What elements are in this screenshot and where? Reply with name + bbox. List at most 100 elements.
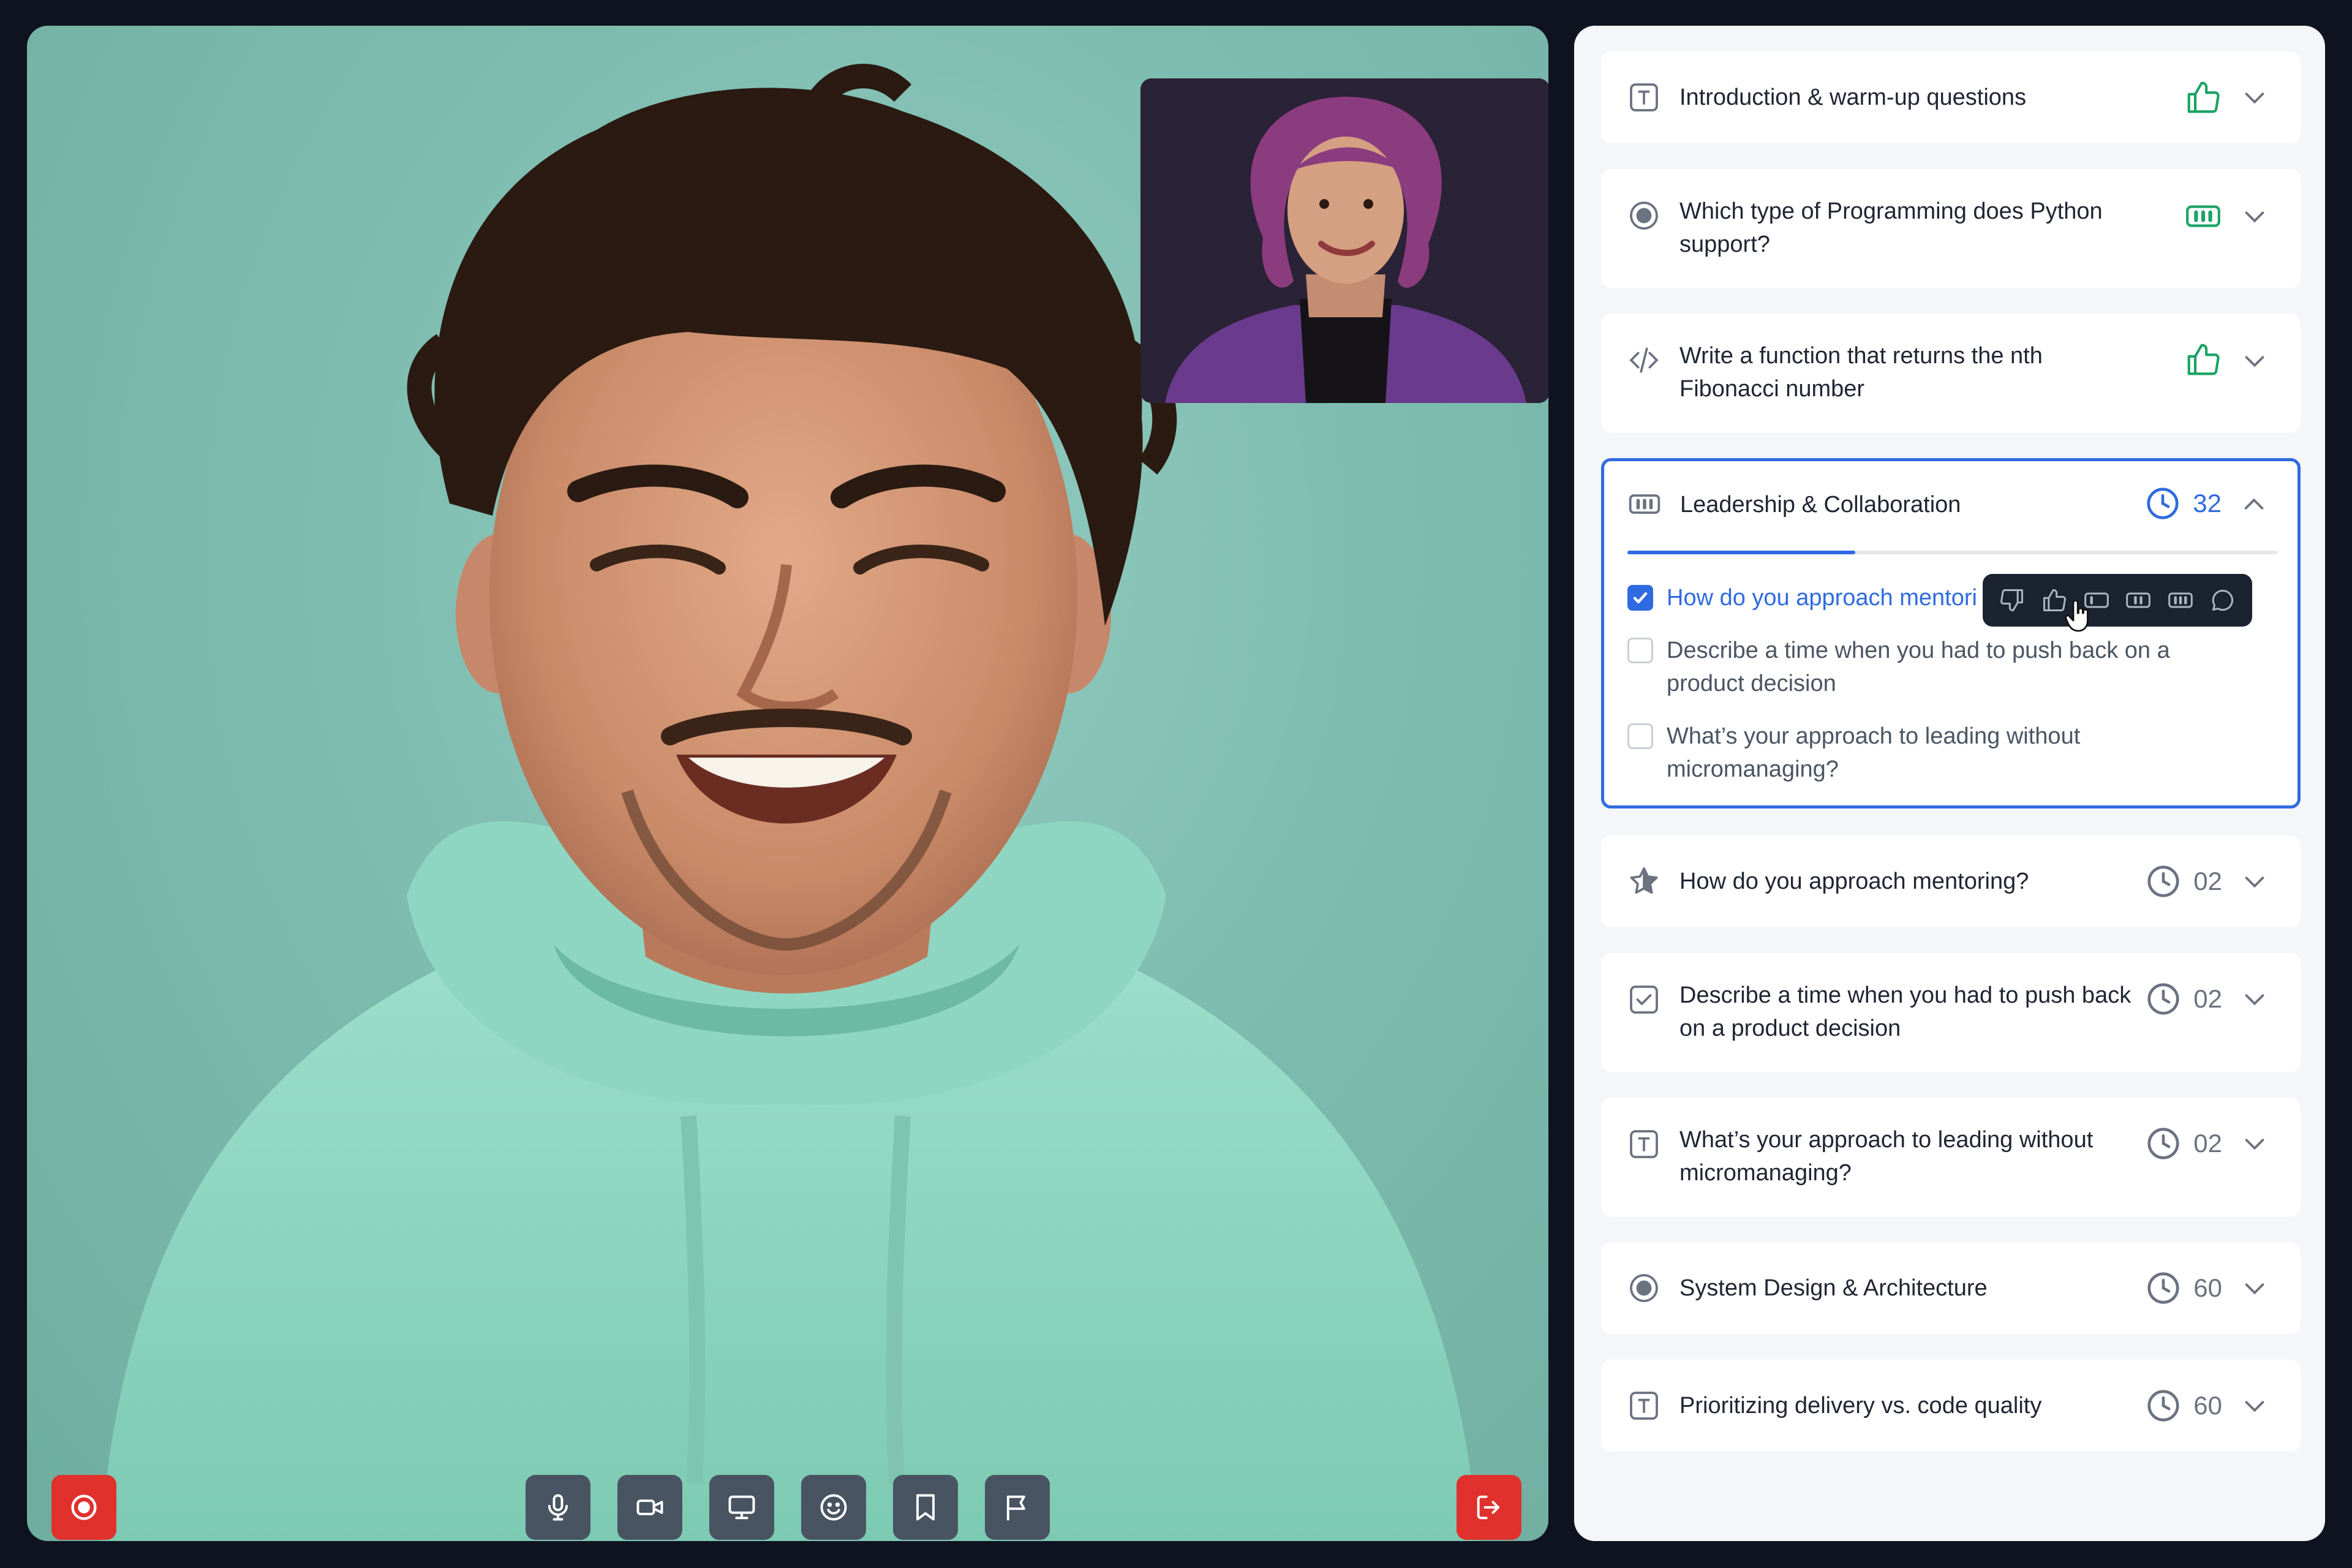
chevron-down-icon <box>2245 876 2264 888</box>
expand-toggle[interactable] <box>2241 1274 2269 1302</box>
chevron-down-icon <box>2245 356 2264 368</box>
timer-icon <box>2147 1390 2179 1422</box>
mic-button[interactable] <box>526 1475 590 1540</box>
timer-count: 02 <box>2193 867 2222 895</box>
question-card[interactable]: What’s your approach to leading without … <box>1601 1098 2301 1216</box>
timer-icon <box>2147 488 2179 519</box>
timer-icon <box>2147 865 2179 897</box>
rating-3-icon <box>2186 205 2220 227</box>
subquestion-text: What’s your approach to leading without … <box>1667 723 2081 782</box>
subquestion-checkbox[interactable] <box>1627 585 1653 611</box>
comment-button[interactable] <box>2207 584 2239 616</box>
chevron-up-icon <box>2244 498 2264 510</box>
question-title: How do you approach mentoring? <box>1679 869 2029 894</box>
thumbs-down-icon <box>2000 589 2024 612</box>
main-video <box>27 26 1548 1541</box>
hand-cursor-icon <box>2065 600 2089 632</box>
self-view-video[interactable] <box>1140 78 1548 403</box>
text-icon <box>1630 83 1658 111</box>
timer-icon <box>2147 983 2179 1015</box>
leave-icon <box>1477 1495 1500 1520</box>
subquestion-checkbox[interactable] <box>1627 638 1653 663</box>
expand-toggle[interactable] <box>2241 1392 2269 1420</box>
leave-call-button[interactable] <box>1457 1475 1521 1540</box>
rating-3-icon <box>2168 592 2193 608</box>
camera-button[interactable] <box>617 1475 682 1540</box>
question-card[interactable]: Describe a time when you had to push bac… <box>1601 953 2301 1072</box>
question-card-expanded[interactable]: Leadership & Collaboration 32 How do you… <box>1601 458 2301 809</box>
question-card[interactable]: How do you approach mentoring? 02 <box>1601 835 2301 927</box>
question-card[interactable]: System Design & Architecture 60 <box>1601 1242 2301 1334</box>
star-icon <box>1630 867 1658 894</box>
chevron-down-icon <box>2245 1283 2264 1295</box>
question-title: Which type of Programming does Python su… <box>1679 198 2103 257</box>
expand-toggle[interactable] <box>2241 347 2269 375</box>
question-card[interactable]: Which type of Programming does Python su… <box>1601 169 2301 288</box>
text-icon <box>1630 1130 1658 1158</box>
question-title: What’s your approach to leading without … <box>1679 1127 2094 1186</box>
question-title: System Design & Architecture <box>1679 1275 1988 1301</box>
expand-toggle[interactable] <box>2241 1129 2269 1158</box>
question-title: Write a function that returns the nth Fi… <box>1679 343 2043 402</box>
expand-toggle[interactable] <box>2241 985 2269 1013</box>
question-card[interactable]: Write a function that returns the nth Fi… <box>1601 314 2301 432</box>
timer-icon <box>2147 1128 2179 1159</box>
expand-toggle[interactable] <box>2241 202 2269 230</box>
timer-count: 32 <box>2193 489 2222 518</box>
radio-icon <box>1630 202 1658 230</box>
comment-icon <box>2212 589 2233 611</box>
radio-icon <box>1630 1274 1658 1302</box>
rating-toolbar <box>1983 574 2252 627</box>
thumbs-up-icon <box>2187 344 2220 375</box>
question-title: Leadership & Collaboration <box>1680 492 1961 518</box>
text-icon <box>1630 1392 1658 1420</box>
flag-icon <box>1006 1495 1025 1521</box>
code-icon <box>1629 347 1659 373</box>
question-card[interactable]: Prioritizing delivery vs. code quality 6… <box>1601 1360 2301 1452</box>
question-title: Describe a time when you had to push bac… <box>1679 982 2132 1041</box>
record-button[interactable] <box>51 1475 116 1540</box>
rating-2-icon <box>2126 592 2151 608</box>
timer-count: 02 <box>2193 984 2222 1013</box>
bookmark-icon <box>916 1494 935 1521</box>
check-icon <box>1633 592 1648 603</box>
chevron-down-icon <box>2245 92 2264 104</box>
record-icon <box>71 1494 97 1520</box>
collapse-toggle[interactable] <box>2240 491 2268 519</box>
chevron-down-icon <box>2245 1401 2264 1412</box>
thumbs-down-button[interactable] <box>1996 584 2028 616</box>
subquestion-item[interactable]: Describe a time when you had to push bac… <box>1627 634 2277 701</box>
question-card[interactable]: Introduction & warm-up questions <box>1601 51 2301 143</box>
interviewer-video-frame <box>1140 78 1548 403</box>
chevron-down-icon <box>2245 994 2264 1006</box>
question-progress-fill <box>1627 551 1855 554</box>
screen-share-button[interactable] <box>709 1475 774 1540</box>
question-panel: Introduction & warm-up questions Which t… <box>1574 26 2325 1541</box>
chevron-down-icon <box>2245 211 2264 223</box>
timer-count: 60 <box>2193 1391 2222 1420</box>
question-title: Prioritizing delivery vs. code quality <box>1679 1393 2042 1419</box>
checkbox-icon <box>1630 986 1658 1014</box>
timer-count: 60 <box>2193 1273 2222 1302</box>
emoji-icon <box>820 1494 847 1521</box>
mic-icon <box>548 1494 568 1521</box>
rating-3-button[interactable] <box>2165 584 2196 616</box>
question-progress <box>1627 551 2278 554</box>
question-title: Introduction & warm-up questions <box>1679 85 2027 110</box>
thumbs-up-icon <box>2187 81 2220 113</box>
subquestion-item[interactable]: What’s your approach to leading without … <box>1627 720 2277 787</box>
rating-icon <box>1629 494 1660 514</box>
screen-share-icon <box>728 1495 755 1520</box>
expand-toggle[interactable] <box>2241 867 2269 895</box>
subquestion-text: Describe a time when you had to push bac… <box>1667 638 2170 696</box>
flag-button[interactable] <box>985 1475 1050 1540</box>
camera-icon <box>636 1499 663 1515</box>
subquestion-checkbox[interactable] <box>1627 723 1653 749</box>
bookmark-button[interactable] <box>893 1475 958 1540</box>
expand-toggle[interactable] <box>2241 83 2269 111</box>
timer-count: 02 <box>2193 1129 2222 1158</box>
timer-icon <box>2147 1272 2179 1304</box>
emoji-button[interactable] <box>801 1475 866 1540</box>
rating-2-button[interactable] <box>2122 584 2154 616</box>
chevron-down-icon <box>2245 1139 2264 1150</box>
